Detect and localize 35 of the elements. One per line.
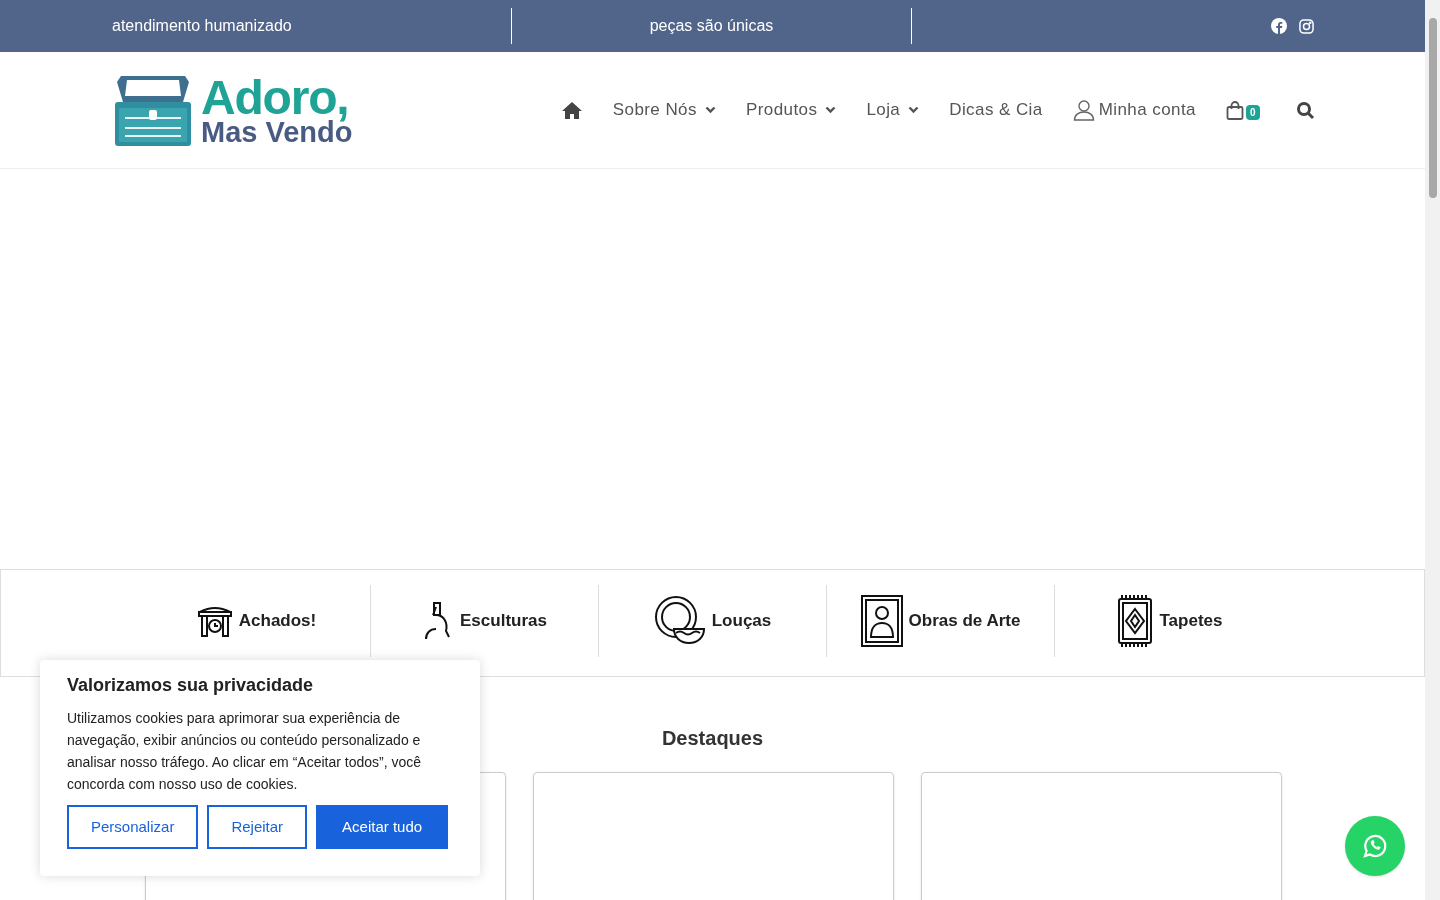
- instagram-icon[interactable]: [1299, 18, 1314, 34]
- top-bar-text: atendimento humanizado: [112, 16, 292, 36]
- nav-menu-item[interactable]: Sobre Nós: [612, 97, 716, 123]
- search-icon[interactable]: [1296, 100, 1315, 120]
- framed-portrait-icon: [860, 595, 903, 647]
- cookie-text: Utilizamos cookies para aprimorar sua experiência de navegação, exibir anúncios ou conteúdo personalizado e analisar nosso tráfego. Ao clicar em “Aceitar todos”, você concorda com nosso uso de cookies.: [67, 709, 423, 794]
- cookie-button[interactable]: Rejeitar: [207, 805, 308, 849]
- dishes-icon: [653, 595, 706, 647]
- user-icon: [1072, 99, 1095, 121]
- home-icon[interactable]: [560, 100, 583, 120]
- category-link[interactable]: Esculturas: [371, 585, 599, 657]
- category-link[interactable]: Achados!: [143, 585, 371, 657]
- clock-icon: [196, 604, 233, 638]
- cookie-button[interactable]: Aceitar tudo: [316, 805, 449, 849]
- nav-link[interactable]: Dicas & Cia: [949, 97, 1043, 123]
- top-bar-text: peças são únicas: [649, 16, 774, 36]
- nav-menu-item[interactable]: Loja: [866, 97, 920, 123]
- category-link[interactable]: Obras de Arte: [827, 585, 1055, 657]
- cart-count-badge: 0: [1246, 104, 1260, 120]
- shopping-bag-icon: [1226, 100, 1244, 120]
- scrollbar[interactable]: [1425, 0, 1440, 900]
- chevron-down-icon: [825, 106, 837, 114]
- cookie-title: Valorizamos sua privacidade: [67, 674, 315, 697]
- facebook-icon[interactable]: [1271, 18, 1287, 34]
- whatsapp-icon: [1362, 833, 1388, 859]
- chevron-down-icon: [908, 106, 920, 114]
- cookie-button[interactable]: Personalizar: [67, 805, 199, 849]
- category-link[interactable]: Louças: [599, 585, 827, 657]
- chevron-down-icon: [704, 106, 716, 114]
- rug-icon: [1115, 594, 1154, 648]
- section-title: Destaques: [661, 726, 764, 751]
- nav-menu-item[interactable]: Produtos: [745, 97, 837, 123]
- logo-text: Adoro,: [201, 73, 349, 122]
- account-link[interactable]: Minha conta: [1072, 97, 1196, 123]
- category-link[interactable]: Tapetes: [1055, 585, 1283, 657]
